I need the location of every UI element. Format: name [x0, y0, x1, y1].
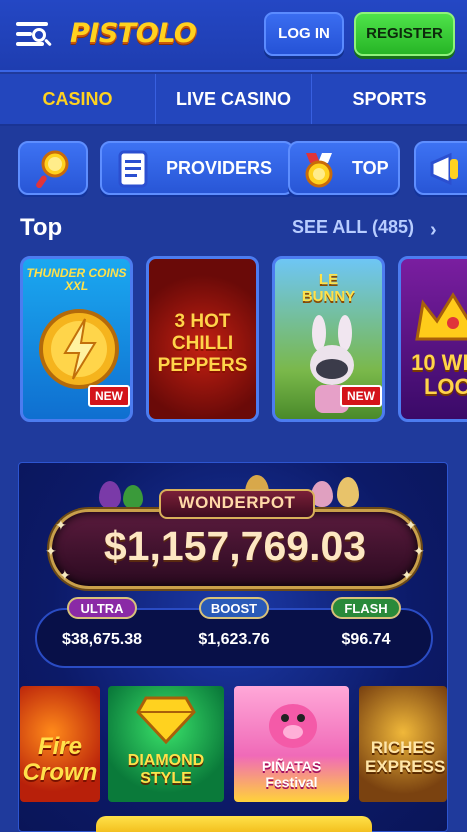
chevron-right-icon[interactable]: ›: [430, 219, 437, 242]
game-title: THUNDER COINS XXL: [26, 266, 127, 293]
providers-label: PROVIDERS: [166, 158, 273, 178]
game-thumb[interactable]: RICHES EXPRESS: [359, 686, 447, 802]
tier-badge-ultra: ULTRA: [67, 597, 137, 619]
jackpot-amount: $1,157,769.03: [103, 523, 367, 569]
megaphone-icon: [430, 152, 458, 186]
tab-casino[interactable]: CASINO: [0, 74, 156, 124]
game-thumb[interactable]: PIÑATAS Festival: [234, 686, 349, 802]
egg-decoration: [123, 485, 143, 509]
logo[interactable]: PISTOLO: [70, 14, 197, 54]
header: PISTOLO LOG IN REGISTER: [0, 0, 467, 72]
egg-decoration: [99, 481, 121, 509]
top-label: TOP: [352, 158, 389, 178]
menu-search-icon[interactable]: [14, 18, 52, 50]
diamond-icon: [136, 696, 196, 744]
menu-bar: [16, 42, 44, 46]
tier-badge-flash: FLASH: [331, 597, 401, 619]
tab-live-casino[interactable]: LIVE CASINO: [156, 74, 312, 124]
medal-icon: [305, 153, 333, 188]
game-title: LE BUNNY: [301, 271, 356, 305]
search-handle: [44, 38, 52, 47]
document-icon: [118, 150, 148, 188]
category-chips: PROVIDERS TOP: [18, 141, 467, 197]
new-badge: NEW: [340, 385, 382, 407]
sparkle-icon: ✦: [55, 517, 67, 533]
promo-chip[interactable]: [414, 141, 467, 195]
game-card[interactable]: THUNDER COINS XXL NEW: [20, 256, 133, 422]
register-button[interactable]: REGISTER: [354, 12, 455, 56]
game-card[interactable]: 10 WILD LOOT: [398, 256, 467, 422]
new-badge: NEW: [88, 385, 130, 407]
magnifier-icon: [36, 150, 69, 189]
lightning-coin-icon: [39, 309, 119, 389]
search-chip[interactable]: [18, 141, 88, 195]
top-games-carousel: THUNDER COINS XXL NEW 3 HOT CHILLI PEPPE…: [20, 256, 467, 424]
thumb-title: RICHES EXPRESS: [365, 738, 446, 776]
cta-button[interactable]: [96, 816, 372, 832]
top-chip[interactable]: TOP: [288, 141, 400, 195]
crown-icon: [415, 292, 467, 341]
providers-chip[interactable]: PROVIDERS: [100, 141, 294, 195]
sparkle-icon: ✦: [59, 567, 71, 583]
tab-sports[interactable]: SPORTS: [312, 74, 467, 124]
thumb-title: PIÑATAS Festival: [261, 758, 322, 790]
sparkle-icon: ✦: [45, 543, 57, 559]
sparkle-icon: ✦: [401, 567, 413, 583]
game-title: 3 HOT CHILLI PEPPERS: [157, 311, 248, 376]
sparkle-icon: ✦: [405, 517, 417, 533]
tier-badge-boost: BOOST: [199, 597, 269, 619]
game-thumb[interactable]: Fire Crown: [20, 686, 100, 802]
game-card[interactable]: LE BUNNY NEW: [272, 256, 385, 422]
game-card[interactable]: 3 HOT CHILLI PEPPERS: [146, 256, 259, 422]
jackpot-title: WONDERPOT: [178, 493, 296, 512]
pinata-pig-icon: [269, 704, 317, 748]
login-button[interactable]: LOG IN: [264, 12, 344, 56]
tier-value-boost: $1,623.76: [198, 631, 270, 648]
main-nav: CASINO LIVE CASINO SPORTS: [0, 74, 467, 126]
thumb-title: Fire Crown: [22, 733, 98, 786]
tier-value-ultra: $38,675.38: [61, 631, 143, 648]
game-thumb[interactable]: DIAMOND STYLE: [108, 686, 224, 802]
thumb-title: DIAMOND STYLE: [127, 752, 205, 787]
menu-bar: [16, 22, 48, 26]
menu-bar: [16, 32, 32, 36]
game-title: 10 WILD LOOT: [411, 350, 467, 399]
tier-value-flash: $96.74: [341, 631, 391, 648]
section-title: Top: [20, 214, 63, 241]
sparkle-icon: ✦: [413, 543, 425, 559]
see-all-link[interactable]: SEE ALL (485): [292, 217, 414, 238]
egg-decoration: [337, 477, 359, 507]
